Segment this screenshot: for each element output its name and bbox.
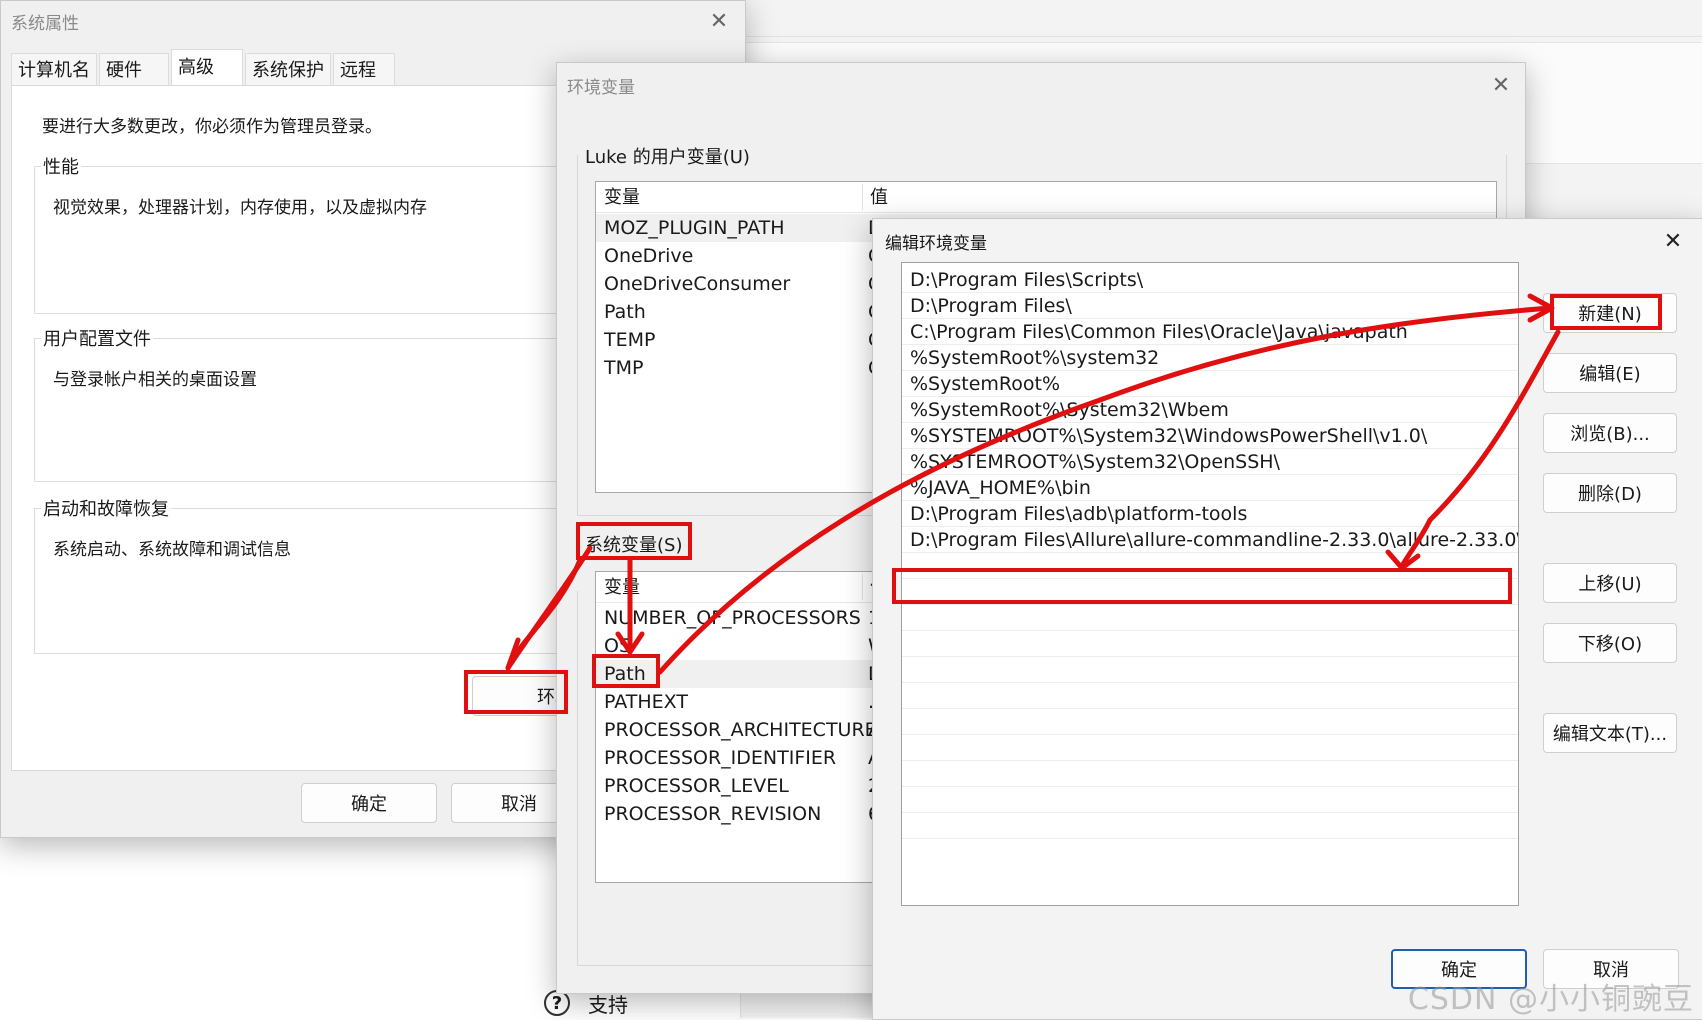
path-entry[interactable]: %SystemRoot%\system32 <box>902 345 1518 371</box>
empty-path-row[interactable] <box>902 787 1518 813</box>
empty-path-row[interactable] <box>902 683 1518 709</box>
button-label: 确定 <box>351 794 387 815</box>
variable-name: PROCESSOR_REVISION <box>604 803 822 825</box>
tab-system-protection[interactable]: 系统保护 <box>245 53 331 86</box>
empty-path-row[interactable] <box>902 605 1518 631</box>
tab-advanced[interactable]: 高级 <box>171 49 243 86</box>
group-label: 性能 <box>41 153 81 179</box>
path-entry[interactable]: %SYSTEMROOT%\System32\WindowsPowerShell\… <box>902 423 1518 449</box>
path-entry[interactable]: C:\Program Files\Common Files\Oracle\Jav… <box>902 319 1518 345</box>
admin-note: 要进行大多数更改，你必须作为管理员登录。 <box>42 117 382 137</box>
path-entry[interactable]: %JAVA_HOME%\bin <box>902 475 1518 501</box>
dialog-title: 环境变量 <box>567 78 635 98</box>
path-entry[interactable]: D:\Program Files\ <box>902 293 1518 319</box>
button-label: 取消 <box>501 794 537 815</box>
variable-name: OneDrive <box>604 245 694 267</box>
close-icon[interactable]: ✕ <box>705 9 733 34</box>
edit-text-button[interactable]: 编辑文本(T)... <box>1543 713 1677 753</box>
group-description: 系统启动、系统故障和调试信息 <box>53 540 291 560</box>
watermark: CSDN @小小铜豌豆 <box>1407 982 1694 1017</box>
empty-path-row[interactable] <box>902 709 1518 735</box>
close-icon[interactable]: ✕ <box>1487 73 1515 98</box>
variable-name: OneDriveConsumer <box>604 273 791 295</box>
variable-name: PROCESSOR_LEVEL <box>604 775 789 797</box>
close-icon[interactable]: ✕ <box>1659 229 1687 254</box>
user-vars-label: Luke 的用户变量(U) <box>585 147 750 168</box>
path-entry[interactable]: D:\Program Files\Scripts\ <box>902 267 1518 293</box>
dialog-title: 编辑环境变量 <box>885 234 987 254</box>
empty-path-row[interactable] <box>902 735 1518 761</box>
tab-hardware[interactable]: 硬件 <box>99 53 169 86</box>
path-entry[interactable]: %SystemRoot%\System32\Wbem <box>902 397 1518 423</box>
group-label: 启动和故障恢复 <box>41 495 171 521</box>
button-label: 编辑文本(T)... <box>1552 724 1668 745</box>
empty-path-row[interactable] <box>902 631 1518 657</box>
button-label: 删除(D) <box>1578 484 1642 505</box>
delete-button[interactable]: 删除(D) <box>1543 473 1677 513</box>
tab-bar: 计算机名 硬件 高级 系统保护 远程 <box>11 49 397 86</box>
variable-name: PATHEXT <box>604 691 688 713</box>
group-label: 用户配置文件 <box>41 325 153 351</box>
tab-remote[interactable]: 远程 <box>333 53 395 86</box>
path-entry[interactable]: %SYSTEMROOT%\System32\OpenSSH\ <box>902 449 1518 475</box>
variable-name: MOZ_PLUGIN_PATH <box>604 217 785 239</box>
empty-path-row[interactable] <box>902 813 1518 839</box>
button-label: 浏览(B)... <box>1570 424 1650 445</box>
highlight-env-button <box>464 670 568 714</box>
highlight-path-row <box>592 654 660 688</box>
divider <box>741 36 1702 37</box>
variable-name: PROCESSOR_ARCHITECTURE <box>604 719 877 741</box>
empty-path-row[interactable] <box>902 761 1518 787</box>
ok-button[interactable]: 确定 <box>301 783 437 823</box>
browse-button[interactable]: 浏览(B)... <box>1543 413 1677 453</box>
path-entry[interactable]: D:\Program Files\adb\platform-tools <box>902 501 1518 527</box>
variable-name: NUMBER_OF_PROCESSORS <box>604 607 861 629</box>
move-up-button[interactable]: 上移(U) <box>1543 563 1677 603</box>
edit-button[interactable]: 编辑(E) <box>1543 353 1677 393</box>
list-header: 变量 值 <box>596 182 1496 213</box>
button-label: 编辑(E) <box>1579 364 1641 385</box>
variable-name: TEMP <box>604 329 656 351</box>
highlight-system-vars-label <box>576 522 692 560</box>
variable-name: PROCESSOR_IDENTIFIER <box>604 747 837 769</box>
tab-computer-name[interactable]: 计算机名 <box>11 53 97 86</box>
move-down-button[interactable]: 下移(O) <box>1543 623 1677 663</box>
column-header-value[interactable]: 值 <box>862 182 888 212</box>
column-header-variable[interactable]: 变量 <box>596 572 640 602</box>
path-entry[interactable]: D:\Program Files\Allure\allure-commandli… <box>902 527 1518 553</box>
group-description: 与登录帐户相关的桌面设置 <box>53 370 257 390</box>
highlight-new-path-entry <box>892 568 1512 604</box>
highlight-new-button <box>1550 294 1662 330</box>
variable-name: Path <box>604 301 646 323</box>
empty-path-row[interactable] <box>902 657 1518 683</box>
dialog-title: 系统属性 <box>11 14 79 34</box>
button-label: 上移(U) <box>1578 574 1642 595</box>
path-entry[interactable]: %SystemRoot% <box>902 371 1518 397</box>
variable-name: TMP <box>604 357 644 379</box>
edit-environment-variable-dialog: 编辑环境变量 ✕ D:\Program Files\Scripts\ D:\Pro… <box>872 218 1702 1020</box>
button-label: 下移(O) <box>1577 634 1643 655</box>
column-header-variable[interactable]: 变量 <box>596 182 640 212</box>
group-description: 视觉效果，处理器计划，内存使用，以及虚拟内存 <box>53 198 427 218</box>
